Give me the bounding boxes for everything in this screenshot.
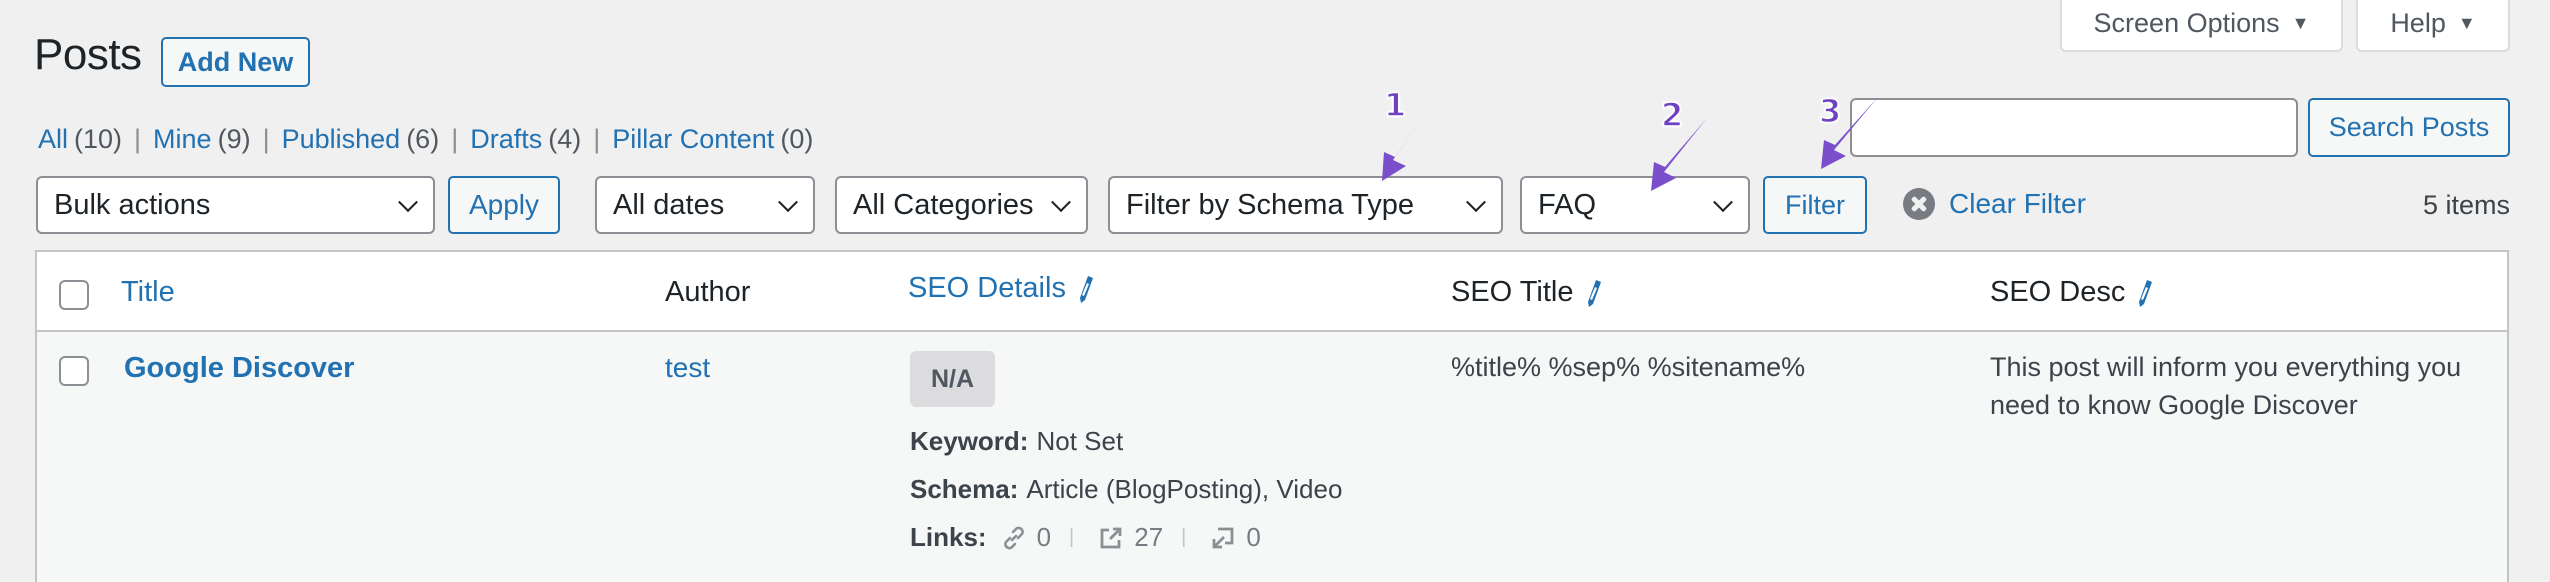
seo-score-badge: N/A — [910, 351, 995, 407]
keyword-label: Keyword: — [910, 426, 1029, 456]
filter-button[interactable]: Filter — [1763, 176, 1867, 234]
chevron-down-icon — [1466, 192, 1486, 213]
column-seo-title-label: SEO Title — [1451, 276, 1574, 308]
links-label: Links: — [910, 522, 987, 552]
help-label: Help — [2390, 7, 2446, 38]
items-count: 5 items — [2422, 190, 2510, 220]
clear-filter-link[interactable]: Clear Filter — [1903, 188, 2086, 220]
column-title-sort[interactable]: Title — [121, 276, 175, 309]
incoming-link-icon — [1212, 527, 1234, 548]
column-author: Author — [665, 276, 751, 308]
schema-value: FAQ — [1538, 188, 1597, 221]
view-published[interactable]: Published — [282, 124, 401, 155]
categories-select[interactable]: All Categories — [835, 176, 1088, 234]
view-count: (10) — [74, 124, 123, 154]
add-new-button[interactable]: Add New — [161, 37, 310, 87]
caret-down-icon: ▼ — [2457, 12, 2476, 33]
table-header: Title Author SEO Details SEO Title SEO D… — [37, 252, 2507, 332]
annotation-number-2: 2 — [1660, 95, 1684, 135]
clear-filter-label: Clear Filter — [1949, 188, 2086, 219]
post-title-link[interactable]: Google Discover — [124, 352, 354, 385]
bulk-actions-select[interactable]: Bulk actions — [36, 176, 435, 234]
schema-type-value: Filter by Schema Type — [1126, 188, 1414, 221]
view-mine[interactable]: Mine — [153, 124, 212, 155]
help-button[interactable]: Help ▼ — [2356, 0, 2510, 52]
bulk-actions-value: Bulk actions — [54, 188, 211, 221]
view-separator: | — [134, 124, 142, 154]
column-seo-title: SEO Title — [1451, 276, 1602, 309]
chevron-down-icon — [1713, 192, 1733, 213]
view-count: (4) — [548, 124, 582, 154]
link-icon — [1003, 526, 1024, 549]
schema-detail: Schema: Article (BlogPosting), Video — [910, 474, 1342, 505]
chevron-down-icon — [398, 192, 418, 213]
schema-label: Schema: — [910, 474, 1019, 504]
view-drafts[interactable]: Drafts — [470, 124, 542, 155]
page-title: Posts — [34, 30, 142, 79]
post-status-views: All (10) | Mine (9) | Published (6) | Draft… — [38, 124, 813, 155]
pencil-icon[interactable] — [1078, 274, 1094, 304]
annotation-number-1: 1 — [1383, 85, 1407, 125]
view-separator: | — [451, 124, 459, 154]
dates-value: All dates — [613, 188, 725, 221]
external-links-count: 27 — [1134, 522, 1164, 552]
close-circle-icon — [1903, 188, 1935, 220]
pencil-icon[interactable] — [1586, 278, 1602, 308]
view-count: (0) — [780, 124, 814, 154]
select-all-checkbox[interactable] — [59, 280, 89, 310]
links-detail: Links: 0 | 27 | 0 — [910, 522, 1261, 553]
view-pillar-content[interactable]: Pillar Content — [612, 124, 774, 155]
links-separator: | — [1181, 526, 1187, 548]
keyword-detail: Keyword: Not Set — [910, 426, 1123, 457]
schema-value-select[interactable]: FAQ — [1520, 176, 1750, 234]
categories-value: All Categories — [853, 188, 1034, 221]
column-seo-desc: SEO Desc — [1990, 276, 2153, 309]
seo-desc-value: This post will inform you everything you… — [1990, 352, 2462, 420]
screen-options-button[interactable]: Screen Options ▼ — [2060, 0, 2343, 52]
screen-options-label: Screen Options — [2093, 7, 2280, 38]
internal-links-count: 0 — [1036, 522, 1052, 552]
links-separator: | — [1069, 526, 1075, 548]
column-seo-details-label: SEO Details — [908, 272, 1066, 304]
annotation-number-3: 3 — [1818, 91, 1842, 131]
caret-down-icon: ▼ — [2291, 12, 2310, 33]
view-count: (9) — [217, 124, 251, 154]
posts-table: Title Author SEO Details SEO Title SEO D… — [35, 250, 2509, 582]
incoming-links-count: 0 — [1246, 522, 1261, 552]
apply-button[interactable]: Apply — [448, 176, 560, 234]
schema-type-select[interactable]: Filter by Schema Type — [1108, 176, 1503, 234]
search-input[interactable] — [1850, 98, 2298, 157]
search-posts-button[interactable]: Search Posts — [2308, 98, 2510, 157]
dates-select[interactable]: All dates — [595, 176, 815, 234]
view-all[interactable]: All — [38, 124, 68, 155]
chevron-down-icon — [1051, 192, 1071, 213]
column-seo-desc-label: SEO Desc — [1990, 276, 2126, 308]
view-separator: | — [262, 124, 270, 154]
keyword-value: Not Set — [1036, 426, 1124, 456]
pencil-icon[interactable] — [2137, 278, 2153, 308]
column-seo-details[interactable]: SEO Details — [908, 272, 1094, 305]
view-count: (6) — [406, 124, 440, 154]
view-separator: | — [593, 124, 601, 154]
post-author-link[interactable]: test — [665, 352, 710, 384]
schema-value: Article (BlogPosting), Video — [1026, 474, 1343, 504]
row-checkbox[interactable] — [59, 356, 89, 386]
chevron-down-icon — [778, 192, 798, 213]
external-link-icon — [1100, 527, 1122, 548]
seo-title-value: %title% %sep% %sitename% — [1451, 352, 1806, 382]
